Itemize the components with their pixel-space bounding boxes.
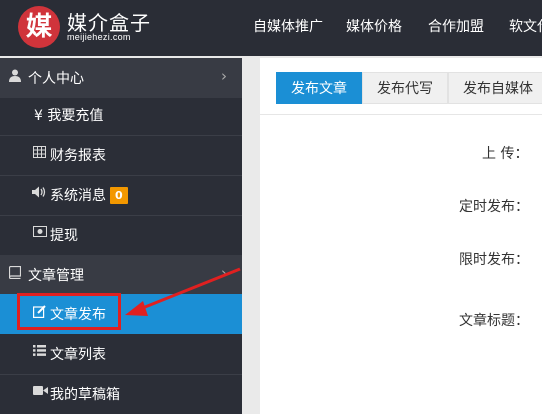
sidebar-group-article-management[interactable]: 文章管理 › [0, 255, 242, 295]
money-icon [33, 226, 47, 241]
logo-icon[interactable]: 媒 [18, 6, 60, 48]
sidebar: 个人中心 › ¥ 我要充值 财务报表 系统消息 0 提现 文章管理 › 文章发布… [0, 58, 242, 414]
nav-soft-article[interactable]: 软文代 [509, 16, 542, 36]
article-title-label: 文章标题： [459, 313, 529, 329]
sidebar-item-label: 我的草稿箱 [50, 387, 120, 403]
edit-icon [33, 305, 46, 322]
sidebar-item-article-list[interactable]: 文章列表 [0, 334, 242, 374]
sidebar-group-label: 个人中心 [28, 71, 84, 87]
sidebar-item-article-publish[interactable]: 文章发布 [0, 294, 242, 334]
sidebar-item-messages[interactable]: 系统消息 0 [0, 175, 242, 215]
tab-publish-self-media[interactable]: 发布自媒体 [448, 72, 542, 104]
sidebar-item-label: 提现 [50, 228, 78, 244]
nav-partnership[interactable]: 合作加盟 [428, 16, 484, 36]
book-icon [8, 265, 22, 283]
sidebar-item-label: 我要充值 [47, 108, 104, 124]
sidebar-item-label: 财务报表 [50, 148, 106, 164]
video-icon [33, 385, 48, 400]
nav-self-media-promo[interactable]: 自媒体推广 [253, 16, 323, 36]
sidebar-group-user-center[interactable]: 个人中心 › [0, 58, 242, 98]
sidebar-group-label: 文章管理 [28, 268, 84, 284]
sidebar-item-withdraw[interactable]: 提现 [0, 215, 242, 255]
tab-publish-ghostwriting[interactable]: 发布代写 [362, 72, 448, 104]
sidebar-item-drafts[interactable]: 我的草稿箱 [0, 374, 242, 414]
nav-media-price[interactable]: 媒体价格 [346, 16, 402, 36]
sidebar-item-finance[interactable]: 财务报表 [0, 135, 242, 175]
main-content: 发布文章 发布代写 发布自媒体 上 传： 定时发布： 限时发布： 文章标题： [260, 58, 542, 414]
limited-publish-label: 限时发布： [459, 252, 529, 268]
content-gutter [242, 58, 260, 414]
sidebar-item-label: 文章发布 [50, 307, 106, 323]
chevron-right-icon: › [221, 67, 227, 85]
tabs-underline [260, 114, 542, 115]
yen-icon: ¥ [34, 108, 43, 124]
sidebar-item-label: 文章列表 [50, 347, 106, 363]
top-navbar: 媒 媒介盒子 meijiehezi.com 自媒体推广 媒体价格 合作加盟 软文… [0, 0, 542, 56]
upload-label: 上 传： [482, 146, 529, 162]
user-icon [9, 69, 21, 86]
table-icon [33, 146, 46, 162]
chevron-right-icon: › [221, 264, 227, 282]
list-icon [33, 345, 46, 360]
tab-publish-article[interactable]: 发布文章 [276, 72, 362, 104]
unread-count-badge: 0 [110, 187, 128, 204]
sidebar-item-recharge[interactable]: ¥ 我要充值 [0, 95, 242, 135]
sidebar-item-label: 系统消息 [50, 188, 106, 204]
volume-icon [32, 186, 47, 202]
scheduled-publish-label: 定时发布： [459, 199, 529, 215]
brand-domain: meijiehezi.com [67, 32, 131, 42]
